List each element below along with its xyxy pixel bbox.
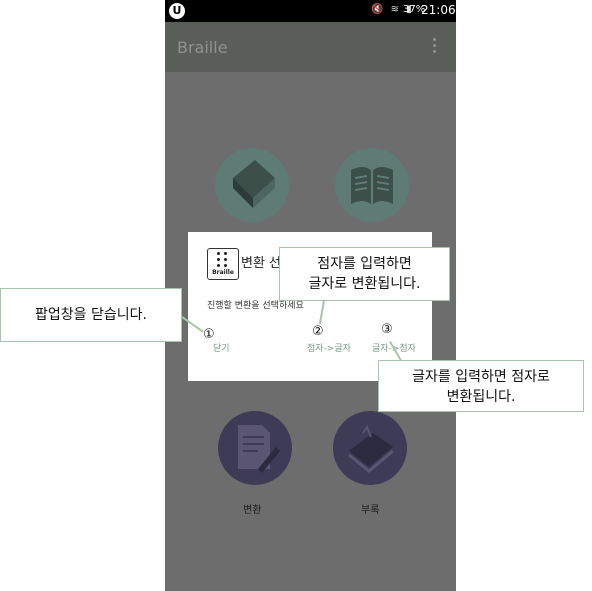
wifi-icon: ≋ (390, 4, 402, 15)
book-icon (233, 160, 275, 208)
notebook-icon (348, 424, 394, 473)
close-button[interactable]: 닫기 (213, 341, 230, 354)
overflow-menu-icon[interactable] (433, 38, 437, 56)
pen-document-icon (238, 425, 280, 473)
open-book-tile[interactable] (335, 148, 409, 222)
callout-dots-to-text: 점자를 입력하면 글자로 변환됩니다. (279, 247, 450, 301)
dots-to-text-button[interactable]: 점자->글자 (307, 341, 351, 354)
marker-2: ② (312, 324, 324, 339)
convert-tile[interactable] (218, 411, 292, 485)
marker-3: ③ (381, 322, 393, 337)
clock: 21:06 (421, 3, 456, 17)
callout-close: 팝업창을 닫습니다. (0, 288, 182, 342)
mute-icon: 🔇 (371, 4, 386, 15)
open-book-icon (351, 167, 393, 204)
convert-label: 변환 (243, 505, 262, 516)
appendix-tile[interactable] (333, 411, 407, 485)
app-notification-icon: U (169, 3, 185, 19)
callout-text-to-dots: 글자를 입력하면 점자로 변환됩니다. (378, 360, 584, 412)
status-bar: U 🔇 ≋ ▮ 37% 21:06 (165, 0, 456, 22)
app-title: Braille (177, 38, 228, 57)
book-tile[interactable] (215, 148, 289, 222)
marker-1: ① (203, 327, 215, 342)
braille-logo: Braille (207, 248, 239, 280)
appendix-label: 부록 (361, 505, 380, 516)
app-bar: Braille (165, 22, 456, 72)
